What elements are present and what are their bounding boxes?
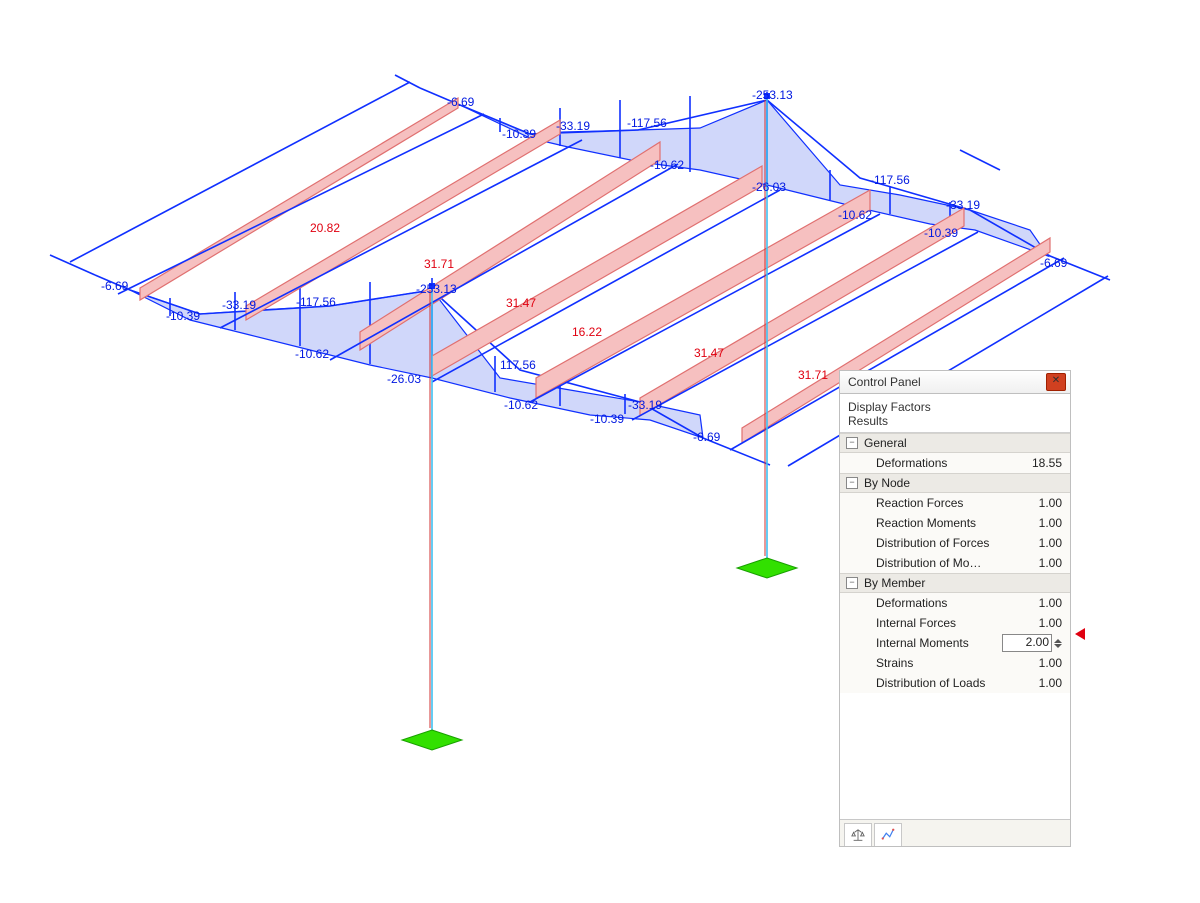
group-header[interactable]: −By Member xyxy=(840,573,1070,593)
factor-value[interactable]: 1.00 xyxy=(1018,496,1064,510)
panel-subtitle-line2: Results xyxy=(848,414,1062,428)
factor-label: Reaction Forces xyxy=(876,496,1018,510)
factor-value[interactable]: 1.00 xyxy=(1018,616,1064,630)
factor-value[interactable]: 2.00 xyxy=(1002,634,1052,652)
spinner[interactable] xyxy=(1054,638,1064,649)
factor-value[interactable]: 1.00 xyxy=(1018,596,1064,610)
close-icon: ✕ xyxy=(1052,375,1060,386)
callout-arrow-icon xyxy=(1075,628,1085,640)
group-label: By Node xyxy=(864,476,910,490)
factor-value[interactable]: 1.00 xyxy=(1018,536,1064,550)
factor-value[interactable]: 1.00 xyxy=(1018,516,1064,530)
tab-balance[interactable] xyxy=(844,823,872,846)
panel-subtitle: Display Factors Results xyxy=(840,394,1070,432)
factor-label: Deformations xyxy=(876,456,1018,470)
group-label: General xyxy=(864,436,907,450)
group-label: By Member xyxy=(864,576,925,590)
factor-row[interactable]: Reaction Forces1.00 xyxy=(840,493,1070,513)
factor-tree[interactable]: −GeneralDeformations18.55−By NodeReactio… xyxy=(840,432,1070,819)
tab-graph[interactable] xyxy=(874,823,902,846)
factor-value[interactable]: 18.55 xyxy=(1018,456,1064,470)
factor-row[interactable]: Deformations1.00 xyxy=(840,593,1070,613)
factor-label: Internal Moments xyxy=(876,636,1002,650)
factor-label: Distribution of Mo… xyxy=(876,556,1018,570)
factor-row[interactable]: Reaction Moments1.00 xyxy=(840,513,1070,533)
factor-row[interactable]: Internal Moments2.00 xyxy=(840,633,1070,653)
factor-label: Internal Forces xyxy=(876,616,1018,630)
factor-label: Distribution of Loads xyxy=(876,676,1018,690)
factor-row[interactable]: Distribution of Forces1.00 xyxy=(840,533,1070,553)
panel-subtitle-line1: Display Factors xyxy=(848,400,1062,414)
collapse-toggle-icon[interactable]: − xyxy=(846,477,858,489)
graph-icon xyxy=(881,828,895,842)
spinner-down-icon[interactable] xyxy=(1054,644,1062,648)
factor-label: Deformations xyxy=(876,596,1018,610)
factor-label: Strains xyxy=(876,656,1018,670)
factor-row[interactable]: Internal Forces1.00 xyxy=(840,613,1070,633)
group-header[interactable]: −By Node xyxy=(840,473,1070,493)
control-panel[interactable]: Control Panel ✕ Display Factors Results … xyxy=(839,370,1071,847)
balance-scale-icon xyxy=(851,828,865,842)
collapse-toggle-icon[interactable]: − xyxy=(846,577,858,589)
factor-row[interactable]: Deformations18.55 xyxy=(840,453,1070,473)
factor-label: Reaction Moments xyxy=(876,516,1018,530)
factor-label: Distribution of Forces xyxy=(876,536,1018,550)
factor-row[interactable]: Strains1.00 xyxy=(840,653,1070,673)
collapse-toggle-icon[interactable]: − xyxy=(846,437,858,449)
factor-row[interactable]: Distribution of Mo…1.00 xyxy=(840,553,1070,573)
panel-tabbar xyxy=(840,819,1070,846)
support-plate xyxy=(402,558,797,750)
close-button[interactable]: ✕ xyxy=(1046,373,1066,391)
factor-row[interactable]: Distribution of Loads1.00 xyxy=(840,673,1070,693)
factor-value[interactable]: 1.00 xyxy=(1018,676,1064,690)
factor-value[interactable]: 1.00 xyxy=(1018,556,1064,570)
group-header[interactable]: −General xyxy=(840,433,1070,453)
factor-value[interactable]: 1.00 xyxy=(1018,656,1064,670)
panel-title-text: Control Panel xyxy=(848,371,1046,393)
panel-titlebar[interactable]: Control Panel ✕ xyxy=(840,371,1070,394)
spinner-up-icon[interactable] xyxy=(1054,639,1062,643)
